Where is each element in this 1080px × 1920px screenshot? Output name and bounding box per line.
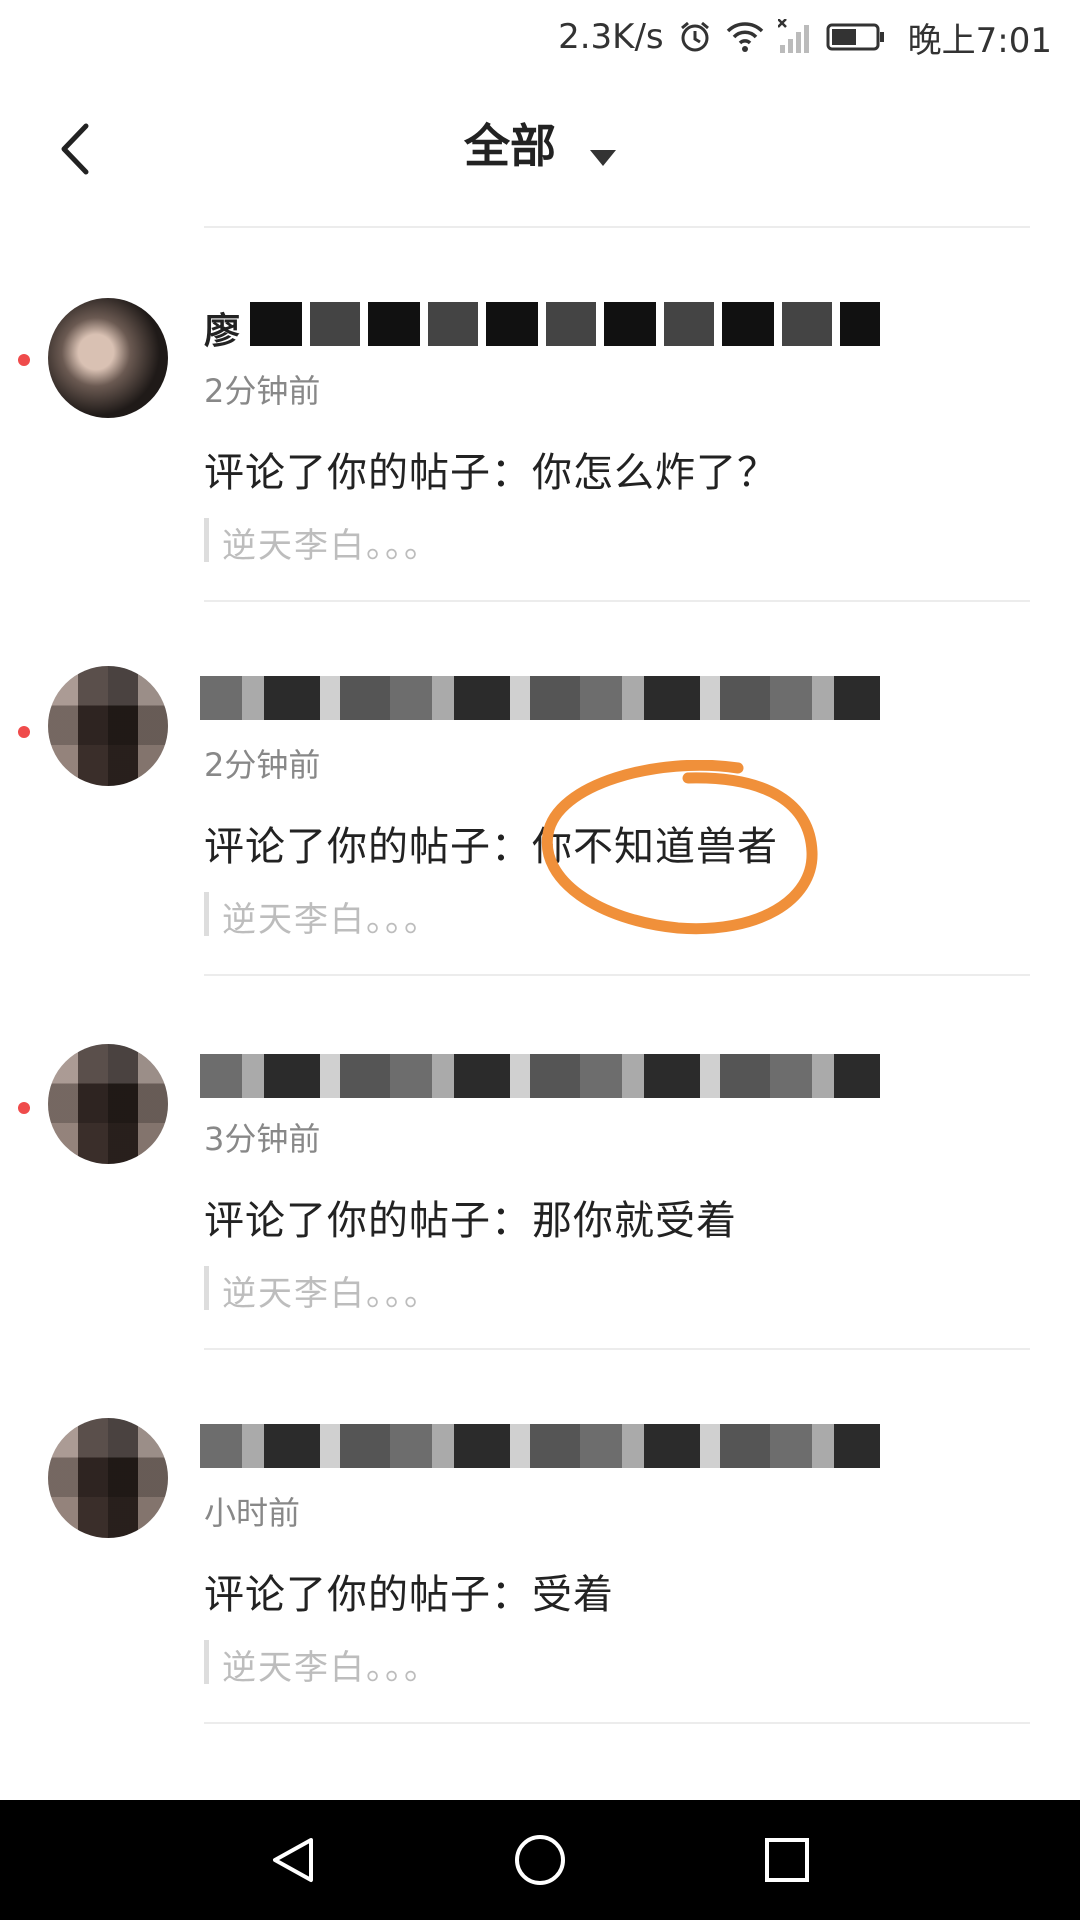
notification-item[interactable]: 小时前 评论了你的帖子：受着 逆天李白。。。 xyxy=(0,1348,1080,1724)
signal-icon xyxy=(777,19,812,55)
unread-dot xyxy=(18,354,30,366)
timestamp: 2分钟前 xyxy=(204,372,321,410)
unread-dot xyxy=(18,726,30,738)
notification-item[interactable]: 廖 2分钟前 评论了你的帖子：你怎么炸了？ 逆天李白。。。 xyxy=(0,226,1080,602)
caret-down-icon xyxy=(590,123,616,177)
filter-dropdown[interactable]: 全部 xyxy=(0,110,1080,177)
censored-username xyxy=(200,1054,880,1098)
comment-text: 评论了你的帖子：受着 xyxy=(204,1572,614,1618)
quoted-post[interactable]: 逆天李白。。。 xyxy=(222,518,440,567)
screen: 2.3K/s 晚上7:01 全部 廖 2分钟前 评论了你的帖子：你怎么炸了？ 逆… xyxy=(0,0,1080,1920)
timestamp: 2分钟前 xyxy=(204,746,321,784)
battery-icon xyxy=(826,22,886,52)
status-time: 晚上7:01 xyxy=(907,20,1052,61)
censored-username xyxy=(200,1424,880,1468)
notification-item[interactable]: 3分钟前 评论了你的帖子：那你就受着 逆天李白。。。 xyxy=(0,974,1080,1350)
recents-square-icon[interactable] xyxy=(747,1820,827,1900)
quote-bar xyxy=(204,892,209,936)
home-circle-icon[interactable] xyxy=(500,1820,580,1900)
comment-text: 评论了你的帖子：那你就受着 xyxy=(204,1198,737,1244)
avatar[interactable] xyxy=(48,1418,168,1538)
page-title: 全部 xyxy=(463,119,556,173)
avatar[interactable] xyxy=(48,666,168,786)
divider xyxy=(204,1722,1030,1724)
wifi-icon xyxy=(726,21,764,53)
comment-text: 评论了你的帖子：你不知道兽者 xyxy=(204,824,778,870)
back-triangle-icon[interactable] xyxy=(253,1820,333,1900)
comment-text: 评论了你的帖子：你怎么炸了？ xyxy=(204,450,778,496)
quoted-post[interactable]: 逆天李白。。。 xyxy=(222,892,440,941)
quote-bar xyxy=(204,1266,209,1310)
alarm-icon xyxy=(678,20,712,54)
username[interactable]: 廖 xyxy=(204,302,240,354)
quote-bar xyxy=(204,518,209,562)
censored-username xyxy=(200,676,880,720)
quote-bar xyxy=(204,1640,209,1684)
avatar[interactable] xyxy=(48,298,168,418)
nav-bar: 全部 xyxy=(0,74,1080,228)
censored-username xyxy=(250,302,880,346)
quoted-post[interactable]: 逆天李白。。。 xyxy=(222,1266,440,1315)
timestamp: 小时前 xyxy=(204,1494,301,1532)
network-speed: 2.3K/s xyxy=(558,17,664,57)
timestamp: 3分钟前 xyxy=(204,1120,321,1158)
status-bar: 2.3K/s 晚上7:01 xyxy=(0,0,1080,74)
system-navigation-bar xyxy=(0,1800,1080,1920)
quoted-post[interactable]: 逆天李白。。。 xyxy=(222,1640,440,1689)
avatar[interactable] xyxy=(48,1044,168,1164)
notification-item[interactable]: 2分钟前 评论了你的帖子：你不知道兽者 逆天李白。。。 xyxy=(0,600,1080,976)
unread-dot xyxy=(18,1102,30,1114)
